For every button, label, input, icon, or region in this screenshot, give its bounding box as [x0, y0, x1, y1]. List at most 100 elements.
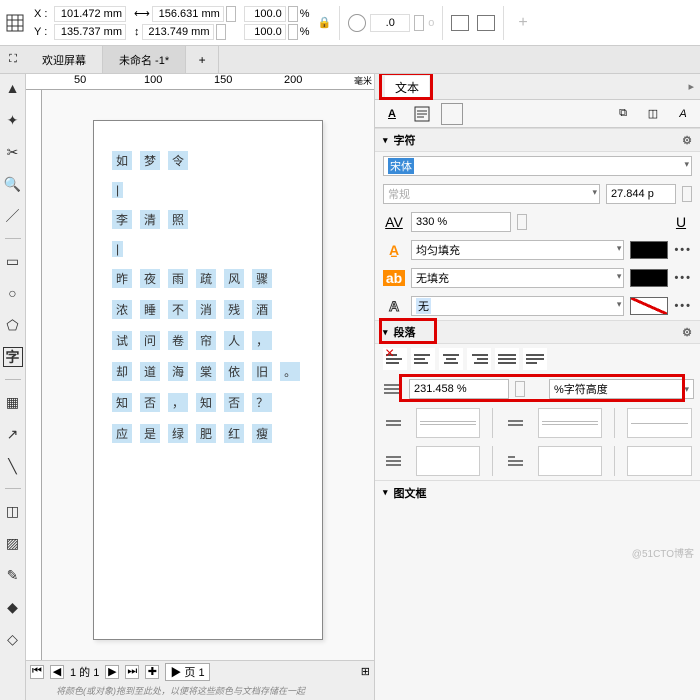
- mirror-h-icon[interactable]: [451, 15, 469, 31]
- outline-tool-icon[interactable]: ◇: [3, 629, 23, 649]
- height-spinner[interactable]: [216, 24, 226, 40]
- add-button[interactable]: +: [512, 14, 533, 32]
- rotation-group: .0 o: [348, 14, 434, 32]
- polygon-tool-icon[interactable]: ⬠: [3, 315, 23, 335]
- tab-welcome[interactable]: 欢迎屏幕: [26, 46, 103, 73]
- outline-color-swatch[interactable]: [630, 297, 668, 315]
- copy-props-icon[interactable]: ⧉: [612, 103, 634, 125]
- width-spinner[interactable]: [226, 6, 236, 22]
- degree-label: o: [428, 17, 434, 29]
- tab-document[interactable]: 未命名 -1*: [103, 46, 186, 73]
- crop-tool-icon[interactable]: ✂: [3, 142, 23, 162]
- hscroll-icon[interactable]: ⊞: [361, 665, 370, 678]
- first-line-input[interactable]: [538, 446, 603, 476]
- gear-icon[interactable]: ⚙: [682, 134, 692, 147]
- document-page[interactable]: 如梦令 | 李清照 | 昨夜雨疏风骤 浓睡不消残酒 试问卷帘人， 却道海棠依旧。…: [93, 120, 323, 640]
- y-value[interactable]: 135.737 mm: [54, 24, 126, 40]
- kerning-input[interactable]: 330 %: [411, 212, 511, 232]
- artistic-text-icon[interactable]: A: [381, 103, 403, 125]
- tab-overflow-icon[interactable]: ▸: [688, 80, 694, 93]
- lock-ratio-icon[interactable]: 🔒: [318, 16, 332, 29]
- align-left-button[interactable]: [411, 348, 435, 370]
- fill-more-button[interactable]: •••: [674, 244, 692, 256]
- outline-type-select[interactable]: 无▾: [411, 296, 624, 316]
- align-none-button[interactable]: ×: [383, 348, 407, 370]
- font-style-select[interactable]: 常规▾: [383, 184, 600, 204]
- poem-line-7[interactable]: 知否，知否？: [112, 393, 304, 412]
- eyedropper-tool-icon[interactable]: ✎: [3, 565, 23, 585]
- bg-type-select[interactable]: 无填充▾: [411, 268, 624, 288]
- scale-y[interactable]: 100.0: [244, 24, 286, 40]
- outline-more-button[interactable]: •••: [674, 300, 692, 312]
- rot-spinner[interactable]: [414, 15, 424, 31]
- freehand-tool-icon[interactable]: ／: [3, 206, 23, 226]
- poem-line-1[interactable]: 如梦令: [112, 151, 304, 170]
- kerning-row: AV 330 % U: [375, 208, 700, 236]
- size-spinner[interactable]: [682, 186, 692, 202]
- rotation-value[interactable]: .0: [370, 14, 410, 32]
- tab-menu-icon[interactable]: ⛶: [0, 46, 26, 73]
- connector-tool-icon[interactable]: ╲: [3, 456, 23, 476]
- pick-tool-icon[interactable]: ▲: [3, 78, 23, 98]
- poem-line-5[interactable]: 试问卷帘人，: [112, 331, 304, 350]
- align-justify-button[interactable]: [495, 348, 519, 370]
- prev-page-button[interactable]: ◀: [50, 665, 64, 679]
- page-tab[interactable]: ▶ 页 1: [165, 663, 209, 681]
- poem-line-6[interactable]: 却道海棠依旧。: [112, 362, 304, 381]
- underline-icon[interactable]: U: [670, 214, 692, 230]
- dimension-tool-icon[interactable]: ↗: [3, 424, 23, 444]
- poem-line-4[interactable]: 浓睡不消残酒: [112, 300, 304, 319]
- section-text-frame[interactable]: ▾图文框: [375, 480, 700, 504]
- kerning-value: 330 %: [416, 216, 447, 228]
- poem-line-8[interactable]: 应是绿肥红瘦: [112, 424, 304, 443]
- mirror-v-icon[interactable]: [477, 15, 495, 31]
- frame-opts-icon[interactable]: ◫: [642, 103, 664, 125]
- paragraph-text-icon[interactable]: [411, 103, 433, 125]
- shape-tool-icon[interactable]: ✦: [3, 110, 23, 130]
- width-value[interactable]: 156.631 mm: [152, 6, 224, 22]
- bg-color-swatch[interactable]: [630, 269, 668, 287]
- align-force-justify-button[interactable]: [523, 348, 547, 370]
- space-before-input[interactable]: [416, 408, 481, 438]
- bg-more-button[interactable]: •••: [674, 272, 692, 284]
- right-indent-input[interactable]: [627, 446, 692, 476]
- add-page-button[interactable]: ✚: [145, 665, 159, 679]
- transparency-tool-icon[interactable]: ▨: [3, 533, 23, 553]
- sx-spinner[interactable]: [288, 6, 298, 22]
- fill-tool-icon[interactable]: ◆: [3, 597, 23, 617]
- space-after-input[interactable]: [538, 408, 603, 438]
- section-character[interactable]: ▾字符⚙: [375, 128, 700, 152]
- height-value[interactable]: 213.749 mm: [142, 24, 214, 40]
- scale-x[interactable]: 100.0: [244, 6, 286, 22]
- rectangle-tool-icon[interactable]: ▭: [3, 251, 23, 271]
- page-viewport[interactable]: 如梦令 | 李清照 | 昨夜雨疏风骤 浓睡不消残酒 试问卷帘人， 却道海棠依旧。…: [42, 90, 374, 660]
- text-tool-icon[interactable]: 字: [3, 347, 23, 367]
- font-style-row: 常规▾ 27.844 p: [375, 180, 700, 208]
- fill-type-select[interactable]: 均匀填充▾: [411, 240, 624, 260]
- last-page-button[interactable]: ⏭: [125, 665, 139, 679]
- dropshadow-tool-icon[interactable]: ◫: [3, 501, 23, 521]
- table-tool-icon[interactable]: ▦: [3, 392, 23, 412]
- kerning-spinner[interactable]: [517, 214, 527, 230]
- gear-icon[interactable]: ⚙: [682, 326, 692, 339]
- zoom-tool-icon[interactable]: 🔍: [3, 174, 23, 194]
- sy-spinner[interactable]: [288, 24, 298, 40]
- first-page-button[interactable]: ⏮: [30, 665, 44, 679]
- poem-line-2[interactable]: 李清照: [112, 210, 304, 229]
- rotate-icon[interactable]: [348, 14, 366, 32]
- poem-line-3[interactable]: 昨夜雨疏风骤: [112, 269, 304, 288]
- align-right-button[interactable]: [467, 348, 491, 370]
- frame-text-icon[interactable]: [441, 103, 463, 125]
- font-size-input[interactable]: 27.844 p: [606, 184, 676, 204]
- left-indent-input[interactable]: [416, 446, 481, 476]
- grid-icon[interactable]: [4, 12, 26, 34]
- next-page-button[interactable]: ▶: [105, 665, 119, 679]
- font-family-select[interactable]: 宋体▾: [383, 156, 692, 176]
- char-space-input[interactable]: [627, 408, 692, 438]
- more-text-icon[interactable]: A: [672, 103, 694, 125]
- align-center-button[interactable]: [439, 348, 463, 370]
- new-tab-button[interactable]: +: [186, 46, 219, 73]
- fill-color-swatch[interactable]: [630, 241, 668, 259]
- x-value[interactable]: 101.472 mm: [54, 6, 126, 22]
- ellipse-tool-icon[interactable]: ○: [3, 283, 23, 303]
